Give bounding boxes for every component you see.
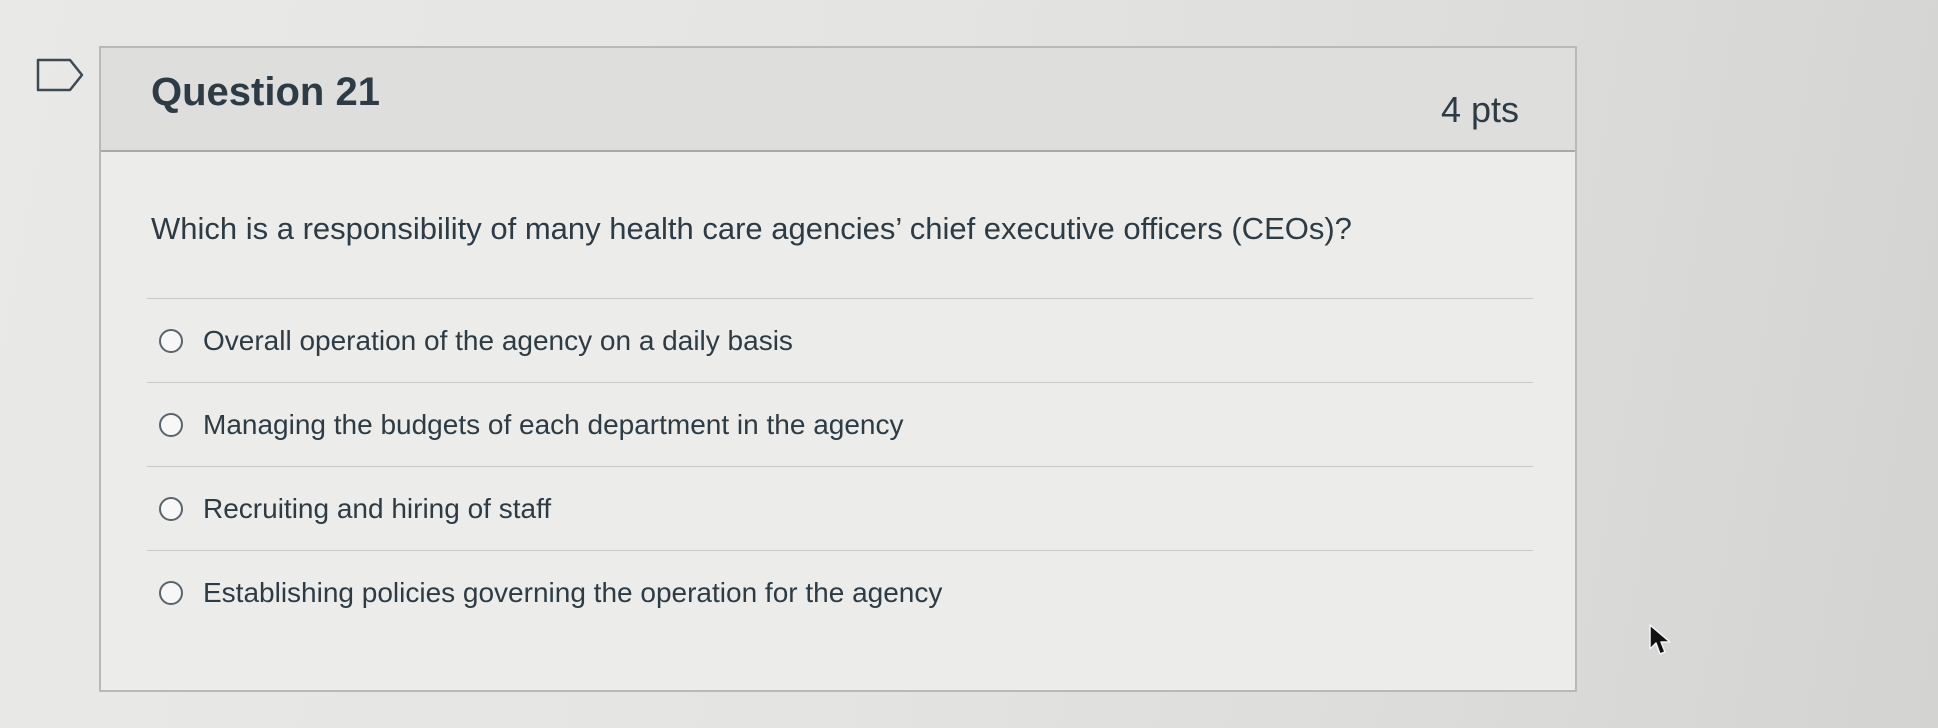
answer-option-1[interactable]: Overall operation of the agency on a dai… <box>147 298 1533 382</box>
answer-option-2[interactable]: Managing the budgets of each department … <box>147 382 1533 466</box>
question-card: Question 21 4 pts Which is a responsibil… <box>99 46 1577 692</box>
answer-list: Overall operation of the agency on a dai… <box>147 298 1533 634</box>
answer-option-label: Recruiting and hiring of staff <box>203 492 552 524</box>
answer-option-3[interactable]: Recruiting and hiring of staff <box>147 466 1533 550</box>
radio-button-icon[interactable] <box>159 412 183 437</box>
mouse-pointer-icon <box>1648 623 1674 657</box>
question-prompt: Which is a responsibility of many health… <box>151 211 1352 246</box>
question-header: Question 21 4 pts <box>101 48 1575 152</box>
radio-button-icon[interactable] <box>159 496 183 521</box>
flag-question-icon[interactable] <box>36 58 84 92</box>
answer-option-label: Overall operation of the agency on a dai… <box>203 324 793 356</box>
radio-button-icon[interactable] <box>159 580 183 605</box>
question-title: Question 21 <box>151 70 380 114</box>
answer-option-label: Establishing policies governing the oper… <box>203 576 943 608</box>
radio-button-icon[interactable] <box>159 328 183 353</box>
answer-option-4[interactable]: Establishing policies governing the oper… <box>147 550 1533 634</box>
answer-option-label: Managing the budgets of each department … <box>203 408 904 440</box>
question-points: 4 pts <box>1440 89 1519 130</box>
